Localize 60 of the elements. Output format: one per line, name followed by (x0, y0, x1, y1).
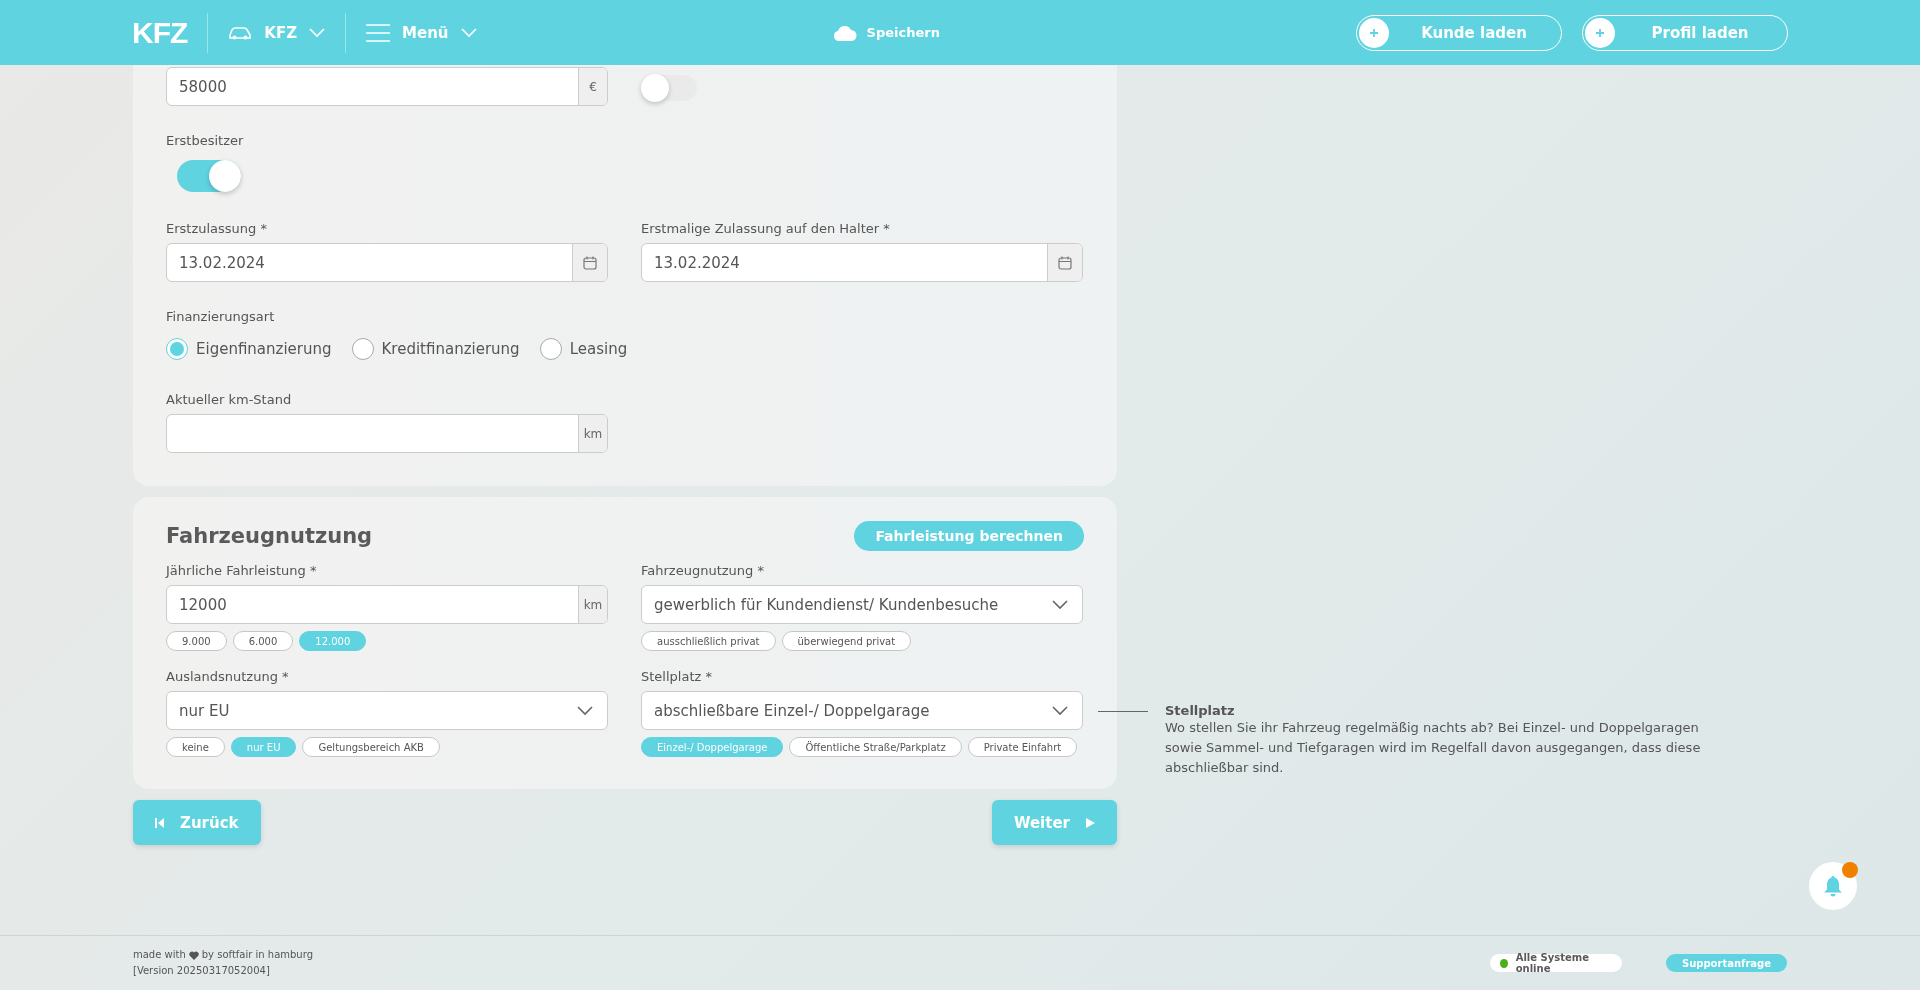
menu-icon (366, 23, 391, 42)
cloud-icon (832, 24, 857, 41)
plus-icon (1585, 17, 1615, 48)
suggestion-chip[interactable]: Private Einfahrt (967, 737, 1078, 757)
input-field[interactable]: km (166, 414, 608, 453)
plus-icon (1359, 17, 1389, 48)
chevron-down-icon (309, 27, 326, 38)
field-label: Erstbesitzer (166, 133, 245, 148)
suggestion-chip[interactable]: Öffentliche Straße/Parkplatz (789, 737, 962, 757)
suggestion-chip[interactable]: Geltungsbereich AKB (302, 737, 440, 757)
notification-badge (1842, 862, 1858, 878)
calendar-icon (1058, 255, 1072, 270)
car-icon (228, 25, 253, 40)
notification-button[interactable] (1809, 862, 1857, 910)
heart-icon (188, 950, 199, 960)
chevron-down-icon (1052, 705, 1068, 716)
leader-line (1098, 711, 1148, 712)
chevron-down-icon (460, 27, 477, 38)
calendar-icon (583, 255, 597, 270)
credit-text: made with (133, 948, 186, 962)
status-indicator: Alle Systeme online (1489, 954, 1622, 972)
unit-label: km (578, 586, 607, 623)
unit-label: km (578, 415, 607, 452)
chevron-down-icon (577, 705, 593, 716)
section-title: Fahrzeugnutzung (166, 524, 373, 548)
date-field[interactable]: 13.02.2024 (641, 243, 1083, 282)
suggestion-chip[interactable]: ausschließlich privat (641, 631, 776, 651)
field-label: Auslandsnutzung * (166, 669, 290, 684)
chevron-down-icon (1052, 599, 1068, 610)
suggestion-chip[interactable]: überwiegend privat (781, 631, 912, 651)
skip-back-icon (155, 817, 164, 828)
field-label: Erstzulassung * (166, 221, 268, 236)
help-title: Stellplatz (1165, 703, 1236, 718)
date-field[interactable]: 13.02.2024 (166, 243, 608, 282)
field-label: Fahrzeugnutzung * (641, 563, 765, 578)
toggle-switch[interactable] (177, 160, 241, 192)
field-label: Finanzierungsart (166, 309, 276, 324)
radio-option[interactable]: Eigenfinanzierung (166, 338, 332, 360)
help-text: Wo stellen Sie ihr Fahrzeug regelmäßig nachts ab? Bei Einzel- und Doppelgaragen sowie Sammel- und Tiefgaragen wird im Regelfall davon ausgegangen, dass diese abschließbar sind. (1165, 719, 1702, 777)
play-icon (1086, 817, 1095, 828)
select-field[interactable]: nur EU (166, 691, 608, 730)
select-field[interactable]: abschließbare Einzel-/ Doppelgarage (641, 691, 1083, 730)
version-text: [Version 20250317052004] (133, 964, 271, 978)
field-label: Stellplatz * (641, 669, 713, 684)
logo: KFZ (132, 12, 209, 53)
field-label: Aktueller km-Stand (166, 392, 293, 407)
input-field[interactable]: 58000 € (166, 67, 608, 106)
suggestion-chip[interactable]: keine (166, 737, 225, 757)
radio-option[interactable]: Leasing (539, 338, 628, 360)
unit-label: € (578, 68, 607, 105)
bell-icon (1823, 875, 1843, 897)
credit-text: by softfair in hamburg (201, 948, 313, 962)
suggestion-chip[interactable]: 6.000 (232, 631, 294, 651)
radio-option[interactable]: Kreditfinanzierung (351, 338, 520, 360)
toggle-switch[interactable] (641, 75, 697, 101)
select-field[interactable]: gewerblich für Kundendienst/ Kundenbesuche (641, 585, 1083, 624)
suggestion-chip[interactable]: 9.000 (166, 631, 227, 651)
field-label: Erstmalige Zulassung auf den Halter * (641, 221, 891, 236)
field-label: Jährliche Fahrleistung * (166, 563, 318, 578)
input-field[interactable]: 12000 km (166, 585, 608, 624)
